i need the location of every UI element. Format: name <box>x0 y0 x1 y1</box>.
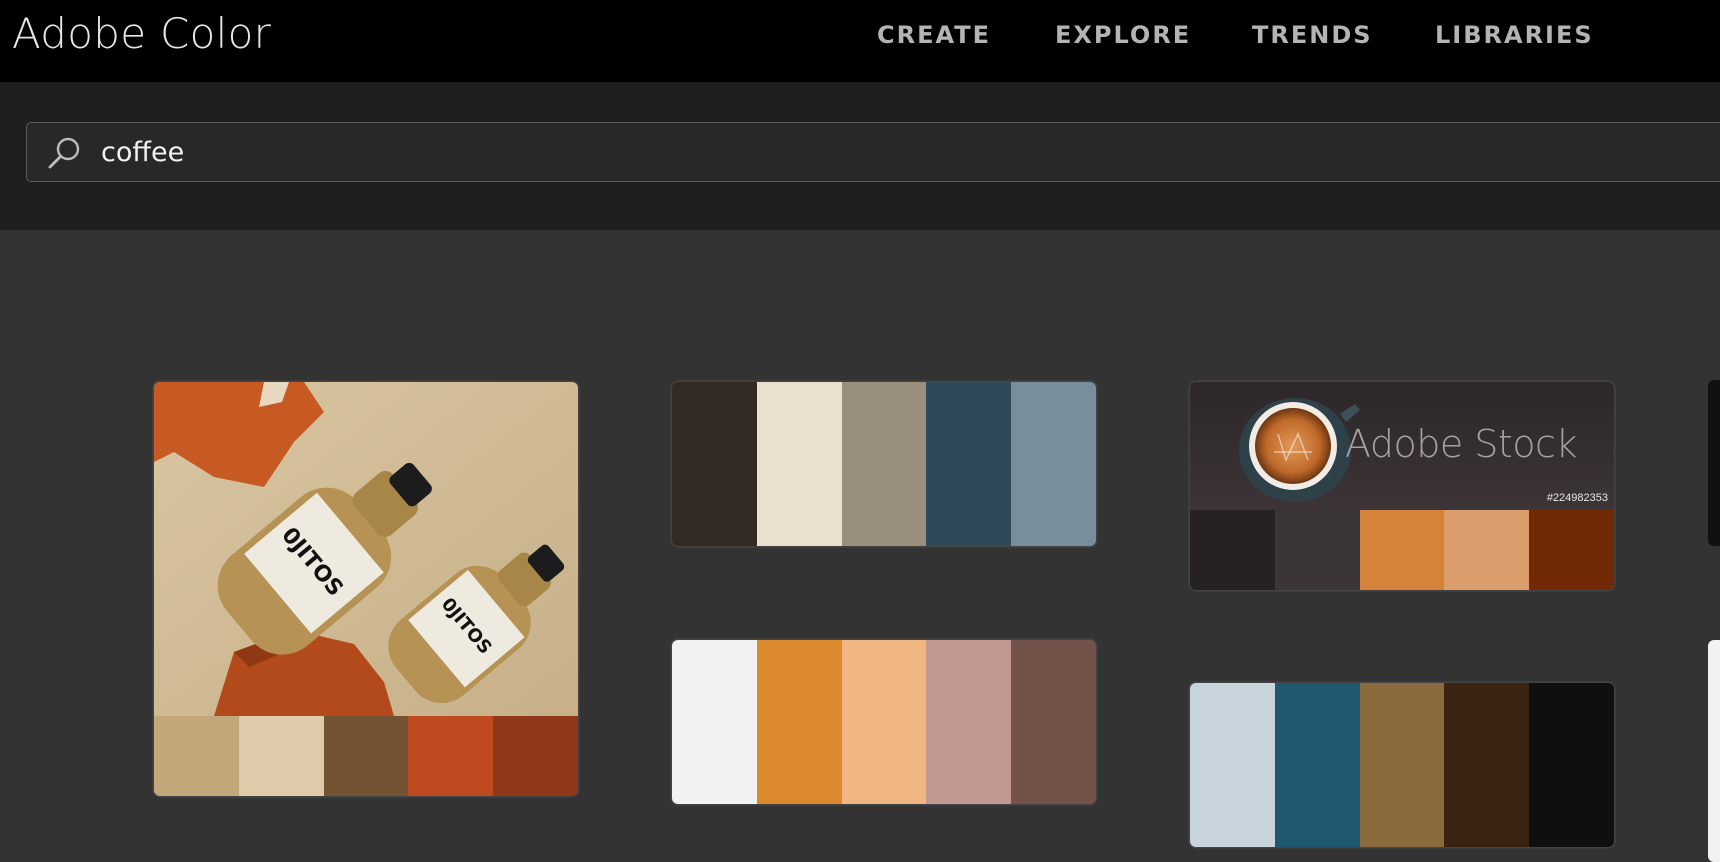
color-swatch[interactable] <box>238 716 324 796</box>
palette-swatches <box>154 716 578 796</box>
color-swatch[interactable] <box>323 716 409 796</box>
theme-card-palette[interactable] <box>672 382 1096 546</box>
palette-swatches <box>1190 510 1614 590</box>
search-input[interactable] <box>99 131 1603 173</box>
color-swatch[interactable] <box>756 640 842 804</box>
color-swatch[interactable] <box>1444 683 1530 847</box>
color-swatch[interactable] <box>1529 510 1614 590</box>
color-swatch[interactable] <box>408 716 494 796</box>
nav-create[interactable]: CREATE <box>877 18 991 52</box>
color-swatch[interactable] <box>756 382 842 546</box>
color-swatch[interactable] <box>1359 683 1445 847</box>
search-icon[interactable] <box>47 135 83 171</box>
nav-explore[interactable]: EXPLORE <box>1055 18 1191 52</box>
nav-trends[interactable]: TRENDS <box>1252 18 1373 52</box>
color-swatch[interactable] <box>1190 683 1275 847</box>
color-swatch[interactable] <box>1274 510 1360 590</box>
theme-card-stock[interactable]: Adobe Stock #224982353 <box>1190 382 1614 590</box>
color-swatch[interactable] <box>1190 510 1275 590</box>
top-bar: Adobe Color CREATE EXPLORE TRENDS LIBRAR… <box>0 0 1720 82</box>
color-swatch[interactable] <box>672 382 757 546</box>
color-swatch[interactable] <box>841 640 927 804</box>
stock-id: #224982353 <box>1546 492 1608 504</box>
color-swatch[interactable] <box>1359 510 1445 590</box>
color-swatch[interactable] <box>841 382 927 546</box>
theme-card-image[interactable]: 0JITOS 0JITOS <box>154 382 578 796</box>
product-photo: 0JITOS 0JITOS <box>154 382 578 716</box>
color-swatch[interactable] <box>154 716 239 796</box>
palette-swatches <box>1190 683 1614 847</box>
color-swatch[interactable] <box>1444 510 1530 590</box>
color-swatch[interactable] <box>493 716 578 796</box>
theme-card-partial[interactable] <box>1708 380 1720 546</box>
palette-swatches <box>672 382 1096 546</box>
theme-card-partial[interactable] <box>1708 640 1720 862</box>
palette-swatches <box>672 640 1096 804</box>
color-swatch[interactable] <box>926 382 1012 546</box>
stock-label: Adobe Stock <box>1345 422 1577 466</box>
color-swatch[interactable] <box>1529 683 1614 847</box>
search-band <box>0 82 1720 230</box>
theme-card-palette[interactable] <box>1190 683 1614 847</box>
theme-card-palette[interactable] <box>672 640 1096 804</box>
brand-logo[interactable]: Adobe Color <box>12 8 271 60</box>
color-swatch[interactable] <box>926 640 1012 804</box>
color-swatch[interactable] <box>1274 683 1360 847</box>
nav-libraries[interactable]: LIBRARIES <box>1435 18 1594 52</box>
search-box[interactable] <box>26 122 1720 182</box>
color-swatch[interactable] <box>1011 640 1096 804</box>
color-swatch[interactable] <box>1011 382 1096 546</box>
color-swatch[interactable] <box>672 640 757 804</box>
